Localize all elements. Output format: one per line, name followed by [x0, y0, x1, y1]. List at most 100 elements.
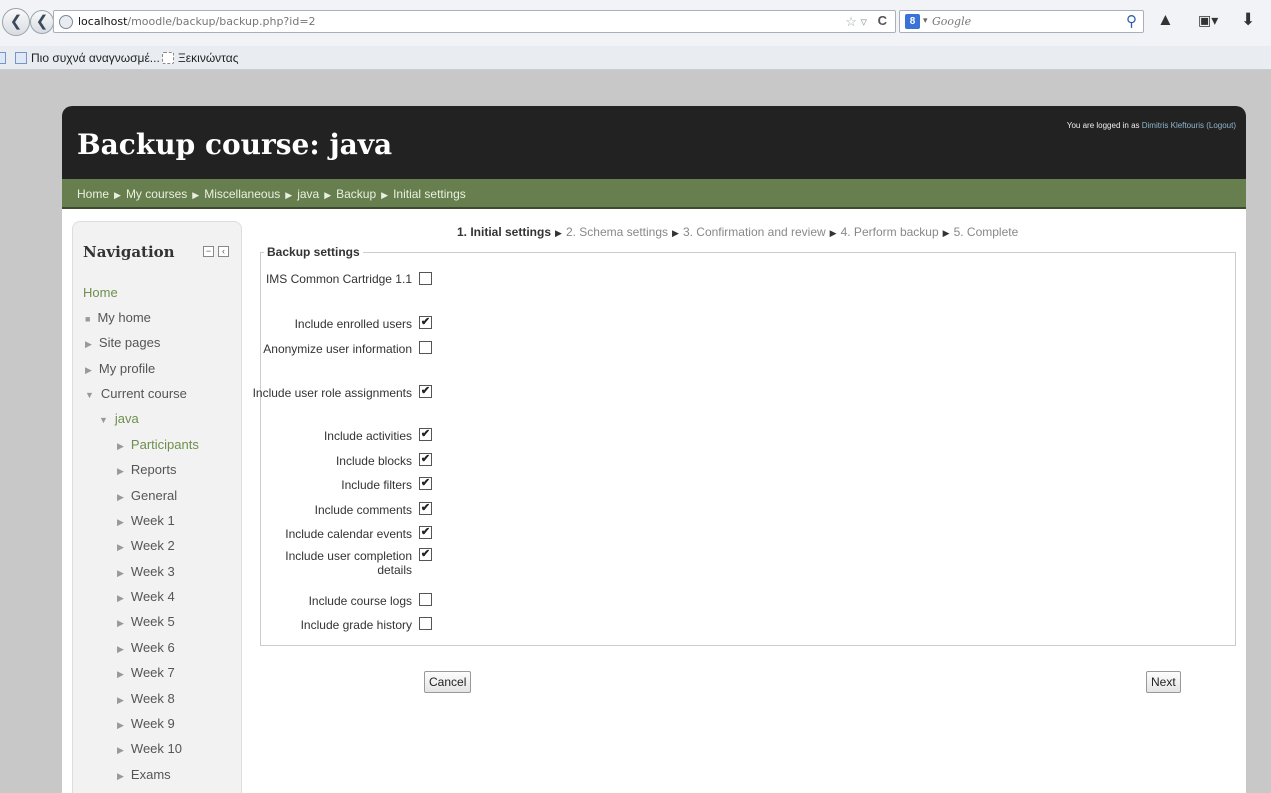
backup-steps: 1. Initial settings ▶ 2. Schema settings ▶ 3… [457, 225, 1019, 239]
nav-week-9[interactable]: ▶ Week 9 [117, 716, 175, 731]
breadcrumb: Home ▶ My courses ▶ Miscellaneous ▶ java ▶ Backu… [77, 187, 466, 201]
login-info: You are logged in as Dimitris Kleftouris… [1066, 121, 1236, 130]
nav-my-profile[interactable]: ▶ My profile [85, 361, 155, 376]
nav-week-7[interactable]: ▶ Week 7 [117, 665, 175, 680]
collapse-icon[interactable]: − [203, 246, 214, 257]
persona-icon[interactable]: ▲ [1157, 10, 1174, 30]
browser-toolbar: ❮ ❮ localhost/moodle/backup/backup.php?i… [0, 0, 1271, 46]
bullet-icon: ■ [85, 314, 91, 324]
user-link[interactable]: Dimitris Kleftouris [1142, 121, 1204, 130]
search-bar[interactable]: 8 ▾ Google ⚲ [899, 10, 1144, 33]
nav-week-4[interactable]: ▶ Week 4 [117, 589, 175, 604]
nav-week-6[interactable]: ▶ Week 6 [117, 640, 175, 655]
bookmarks-bar: Πιο συχνά αναγνωσμέ... Ξεκινώντας [0, 46, 1271, 70]
logout-link[interactable]: (Logout) [1206, 121, 1236, 130]
checkbox-anonymize[interactable] [419, 341, 432, 354]
expand-icon: ▶ [117, 542, 124, 552]
nav-week-5[interactable]: ▶ Week 5 [117, 614, 175, 629]
fieldset-legend: Backup settings [264, 245, 363, 259]
bookmark-star-icon[interactable]: ☆ ▿ [845, 14, 867, 30]
breadcrumb-java[interactable]: java [297, 187, 319, 201]
expand-icon: ▶ [117, 593, 124, 603]
collapse-arrow-icon: ▼ [85, 390, 94, 400]
nav-exams[interactable]: ▶ Exams [117, 767, 171, 782]
bookmark-getting-started[interactable]: Ξεκινώντας [162, 51, 238, 65]
address-bar[interactable]: localhost/moodle/backup/backup.php?id=2 … [53, 10, 896, 33]
expand-icon: ▶ [117, 568, 124, 578]
bookmarks-menu-icon[interactable]: ▣▾ [1198, 12, 1218, 29]
checkbox-enrolled-users[interactable]: ✔ [419, 316, 432, 329]
nav-week-10[interactable]: ▶ Week 10 [117, 741, 182, 756]
checkbox-grade-history[interactable] [419, 617, 432, 630]
back-arrow-icon[interactable]: ❮ [2, 8, 30, 36]
expand-icon: ▶ [85, 339, 92, 349]
breadcrumb-my-courses[interactable]: My courses [126, 187, 187, 201]
expand-icon: ▶ [117, 745, 124, 755]
nav-java[interactable]: ▼ java [99, 411, 139, 426]
checkbox-course-logs[interactable] [419, 593, 432, 606]
checkbox-blocks[interactable]: ✔ [419, 453, 432, 466]
url-text: localhost/moodle/backup/backup.php?id=2 [78, 15, 316, 28]
expand-icon: ▶ [117, 720, 124, 730]
breadcrumb-miscellaneous[interactable]: Miscellaneous [204, 187, 280, 201]
collapse-arrow-icon: ▼ [99, 415, 108, 425]
step-5: 5. Complete [953, 225, 1019, 239]
breadcrumb-initial-settings: Initial settings [393, 187, 466, 201]
nav-site-pages[interactable]: ▶ Site pages [85, 335, 160, 350]
checkbox-filters[interactable]: ✔ [419, 477, 432, 490]
checkbox-ims-cartridge[interactable] [419, 272, 432, 285]
expand-icon: ▶ [117, 517, 124, 527]
field-label-role-assignments: Include user role assignments [252, 386, 412, 400]
checkbox-role-assignments[interactable]: ✔ [419, 385, 432, 398]
field-label-grade-history: Include grade history [300, 618, 412, 632]
nav-week-3[interactable]: ▶ Week 3 [117, 564, 175, 579]
cancel-button[interactable]: Cancel [424, 671, 472, 693]
field-label-blocks: Include blocks [335, 454, 412, 468]
field-label-course-logs: Include course logs [308, 594, 412, 608]
forward-arrow-icon[interactable]: ❮ [30, 10, 54, 34]
step-2: 2. Schema settings [565, 225, 669, 239]
nav-general[interactable]: ▶ General [117, 488, 177, 503]
chevron-down-icon[interactable]: ▾ [923, 15, 928, 26]
nav-reports[interactable]: ▶ Reports [117, 462, 176, 477]
nav-home[interactable]: Home [83, 285, 118, 300]
backup-settings-fieldset [260, 252, 1236, 646]
nav-my-home[interactable]: ■ My home [85, 310, 151, 325]
next-button[interactable]: Next [1146, 671, 1181, 693]
nav-week-2[interactable]: ▶ Week 2 [117, 538, 175, 553]
expand-icon: ▶ [117, 441, 124, 451]
search-engine-icon[interactable]: 8 [905, 14, 920, 29]
checkbox-calendar-events[interactable]: ✔ [419, 526, 432, 539]
field-label-user-completion: Include user completion details [285, 549, 412, 577]
field-label-calendar-events: Include calendar events [285, 527, 412, 541]
checkbox-comments[interactable]: ✔ [419, 502, 432, 515]
breadcrumb-home[interactable]: Home [77, 187, 109, 201]
bookmark-most-visited[interactable]: Πιο συχνά αναγνωσμέ... [15, 51, 160, 65]
expand-icon: ▶ [117, 669, 124, 679]
reload-icon[interactable]: C [878, 13, 887, 28]
page-header: Backup course: java You are logged in as… [62, 106, 1246, 179]
checkbox-user-completion[interactable]: ✔ [419, 548, 432, 561]
moodle-page: Backup course: java You are logged in as… [62, 106, 1246, 793]
expand-icon: ▶ [117, 695, 124, 705]
dock-icon[interactable]: ‹ [218, 246, 229, 257]
step-current: 1. Initial settings [457, 225, 552, 239]
step-4: 4. Perform backup [840, 225, 939, 239]
expand-icon: ▶ [117, 466, 124, 476]
step-3: 3. Confirmation and review [682, 225, 826, 239]
expand-icon: ▶ [117, 618, 124, 628]
nav-current-course[interactable]: ▼ Current course [85, 386, 187, 401]
bookmark-icon [0, 51, 10, 65]
field-label-ims-cartridge: IMS Common Cartridge 1.1 [265, 272, 412, 286]
checkbox-activities[interactable]: ✔ [419, 428, 432, 441]
search-input[interactable]: Google [932, 15, 971, 28]
search-icon[interactable]: ⚲ [1126, 12, 1137, 30]
nav-week-1[interactable]: ▶ Week 1 [117, 513, 175, 528]
field-label-filters: Include filters [341, 478, 412, 492]
nav-week-8[interactable]: ▶ Week 8 [117, 691, 175, 706]
field-label-comments: Include comments [314, 503, 412, 517]
download-icon[interactable]: ⬇ [1241, 10, 1255, 30]
nav-participants[interactable]: ▶ Participants [117, 437, 199, 452]
breadcrumb-backup[interactable]: Backup [336, 187, 376, 201]
field-label-anonymize: Anonymize user information [263, 342, 412, 356]
